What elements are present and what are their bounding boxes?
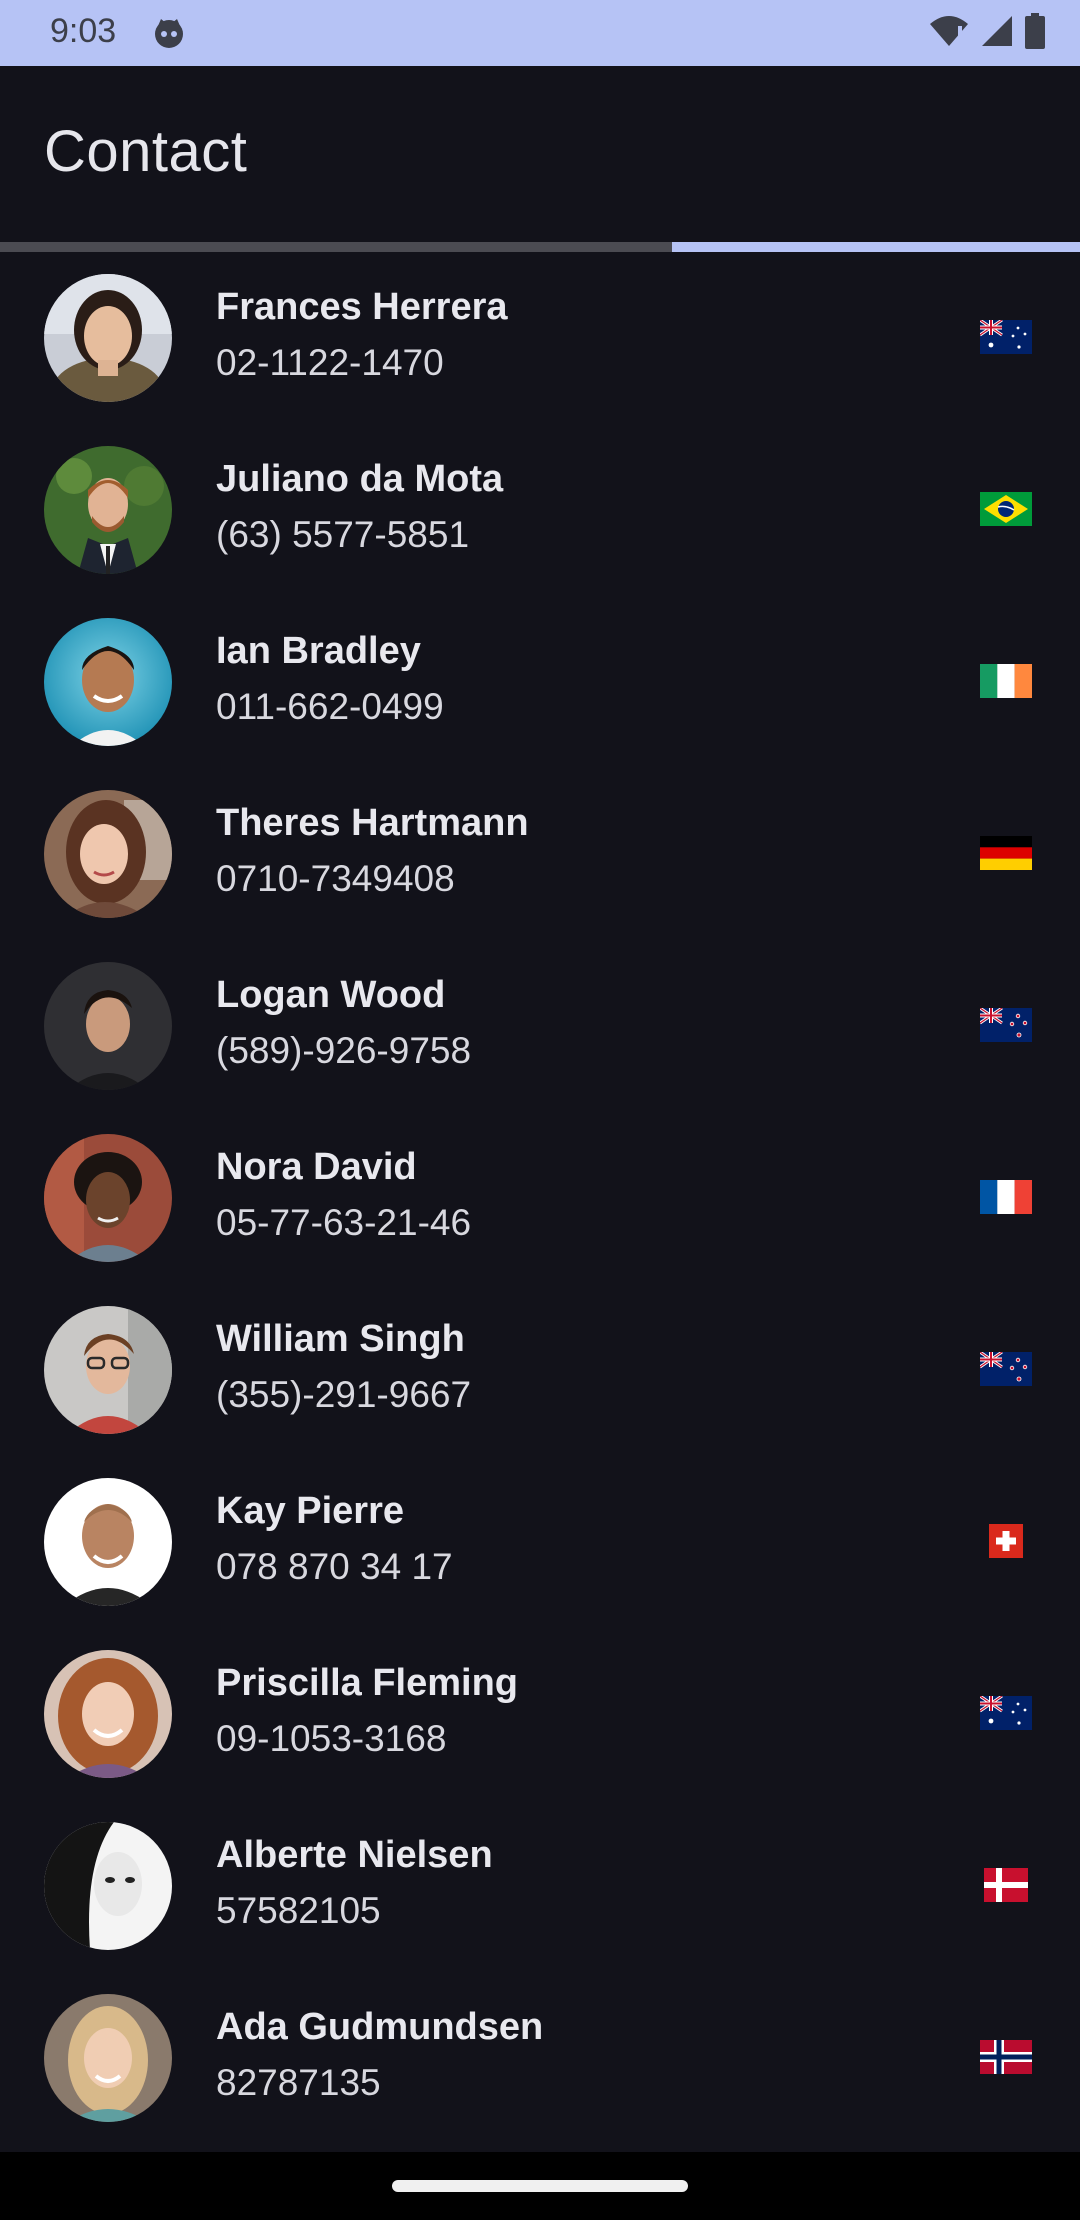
avatar [44, 1994, 172, 2122]
contact-name: Priscilla Fleming [216, 1662, 518, 1704]
contact-name: William Singh [216, 1318, 465, 1360]
avatar [44, 1822, 172, 1950]
cellular-signal-icon [980, 14, 1014, 53]
contact-name: Juliano da Mota [216, 458, 504, 500]
contact-phone: (63) 5577-5851 [216, 514, 470, 555]
contact-phone: (589)-926-9758 [216, 1030, 472, 1071]
contact-item[interactable]: Juliano da Mota (63) 5577-5851 [0, 424, 1080, 596]
ireland-flag-icon [980, 664, 1032, 698]
status-bar: 9:03 [0, 0, 1080, 66]
contacts-screen: 9:03 Contact Frances Herrera 02-1122-147… [0, 0, 1080, 2220]
avatar [44, 790, 172, 918]
status-time: 9:03 [50, 12, 117, 50]
progress-indicator-fill [672, 242, 1080, 252]
germany-flag-icon [980, 836, 1032, 870]
app-status-icon [152, 16, 186, 50]
contact-name: Nora David [216, 1146, 417, 1188]
new-zealand-flag-icon [980, 1352, 1032, 1386]
contact-name: Ian Bradley [216, 630, 421, 672]
contact-item[interactable]: Priscilla Fleming 09-1053-3168 [0, 1628, 1080, 1800]
contact-phone: (355)-291-9667 [216, 1374, 472, 1415]
norway-flag-icon [980, 2040, 1032, 2074]
contact-name: Logan Wood [216, 974, 446, 1016]
contact-item[interactable]: Ian Bradley 011-662-0499 [0, 596, 1080, 768]
contact-name: Alberte Nielsen [216, 1834, 493, 1876]
gesture-handle[interactable] [392, 2180, 688, 2192]
contact-item[interactable]: Kay Pierre 078 870 34 17 [0, 1456, 1080, 1628]
contact-phone: 09-1053-3168 [216, 1718, 447, 1759]
contact-name: Frances Herrera [216, 286, 508, 328]
contact-phone: 011-662-0499 [216, 686, 444, 727]
contact-name: Ada Gudmundsen [216, 2006, 544, 2048]
contact-item[interactable]: Theres Hartmann 0710-7349408 [0, 768, 1080, 940]
page-title: Contact [44, 119, 248, 184]
avatar [44, 618, 172, 746]
new-zealand-flag-icon [980, 1008, 1032, 1042]
contact-phone: 05-77-63-21-46 [216, 1202, 472, 1243]
denmark-flag-icon [980, 1868, 1032, 1902]
contact-item[interactable]: Ada Gudmundsen 82787135 [0, 1972, 1080, 2144]
avatar [44, 1478, 172, 1606]
brazil-flag-icon [980, 492, 1032, 526]
switzerland-flag-icon [980, 1524, 1032, 1558]
contact-name: Kay Pierre [216, 1490, 405, 1532]
avatar [44, 446, 172, 574]
contact-phone: 82787135 [216, 2062, 381, 2103]
wifi-alert-icon [928, 14, 970, 53]
progress-indicator [0, 242, 1080, 252]
avatar [44, 1650, 172, 1778]
battery-icon [1024, 12, 1046, 54]
contact-item[interactable]: Frances Herrera 02-1122-1470 [0, 252, 1080, 424]
contact-item[interactable]: Logan Wood (589)-926-9758 [0, 940, 1080, 1112]
contact-phone: 02-1122-1470 [216, 342, 444, 383]
avatar [44, 274, 172, 402]
contact-item[interactable]: William Singh (355)-291-9667 [0, 1284, 1080, 1456]
contact-phone: 57582105 [216, 1890, 381, 1931]
contact-phone: 0710-7349408 [216, 858, 455, 899]
australia-flag-icon [980, 320, 1032, 354]
app-bar: Contact [0, 66, 1080, 242]
contact-list: Frances Herrera 02-1122-1470 Juliano da … [0, 252, 1080, 2152]
avatar [44, 962, 172, 1090]
australia-flag-icon [980, 1696, 1032, 1730]
contact-item[interactable]: Nora David 05-77-63-21-46 [0, 1112, 1080, 1284]
contact-name: Theres Hartmann [216, 802, 529, 844]
contact-phone: 078 870 34 17 [216, 1546, 453, 1587]
avatar [44, 1306, 172, 1434]
france-flag-icon [980, 1180, 1032, 1214]
avatar [44, 1134, 172, 1262]
contact-item[interactable]: Alberte Nielsen 57582105 [0, 1800, 1080, 1972]
navigation-bar [0, 2152, 1080, 2220]
status-icons [928, 12, 1046, 54]
